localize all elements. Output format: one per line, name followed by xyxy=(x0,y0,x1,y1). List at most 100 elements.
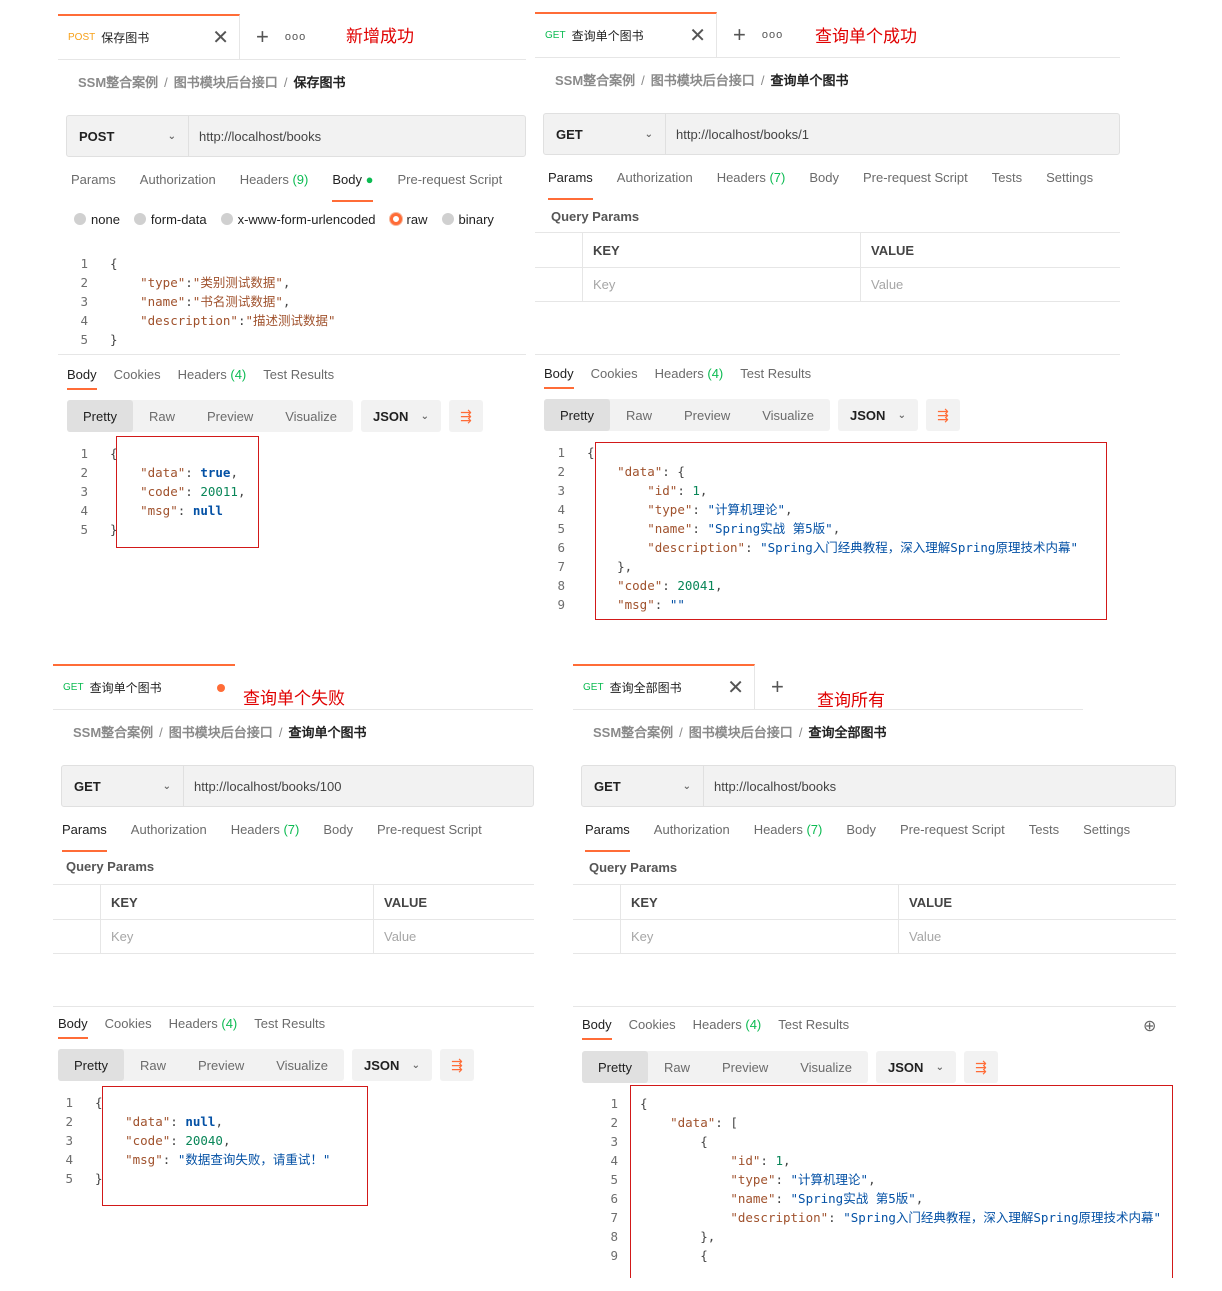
value-input[interactable]: Value xyxy=(373,920,534,953)
tab-body[interactable]: Body xyxy=(323,822,353,846)
format-select[interactable]: JSON ⌄ xyxy=(838,399,919,431)
view-visualize[interactable]: Visualize xyxy=(269,400,353,432)
tab-headers[interactable]: Headers (7) xyxy=(717,170,786,194)
tab-test-results[interactable]: Test Results xyxy=(263,367,334,382)
value-input[interactable]: Value xyxy=(898,920,1176,953)
breadcrumb-item[interactable]: 图书模块后台接口 xyxy=(689,725,793,740)
view-preview[interactable]: Preview xyxy=(668,399,746,431)
view-pretty[interactable]: Pretty xyxy=(58,1049,124,1081)
breadcrumb-item[interactable]: SSM整合案例 xyxy=(73,725,153,740)
view-raw[interactable]: Raw xyxy=(133,400,191,432)
tab-response-body[interactable]: Body xyxy=(582,1017,612,1040)
request-tab[interactable]: POST 保存图书 ✕ xyxy=(58,14,240,60)
tab-cookies[interactable]: Cookies xyxy=(591,366,638,381)
method-select[interactable]: POST ⌄ xyxy=(67,116,189,156)
tab-response-headers[interactable]: Headers (4) xyxy=(693,1017,762,1032)
tab-pre-request-script[interactable]: Pre-request Script xyxy=(397,172,502,196)
breadcrumb-item[interactable]: SSM整合案例 xyxy=(555,73,635,88)
view-preview[interactable]: Preview xyxy=(706,1051,784,1083)
wrap-lines-icon[interactable]: ⇶ xyxy=(964,1051,999,1083)
radio-none[interactable]: none xyxy=(74,212,120,227)
request-tab[interactable]: GET 查询全部图书 ✕ xyxy=(573,664,755,710)
tab-test-results[interactable]: Test Results xyxy=(778,1017,849,1032)
key-input[interactable]: Key xyxy=(620,920,898,953)
tab-response-body[interactable]: Body xyxy=(544,366,574,389)
tab-params[interactable]: Params xyxy=(585,822,630,852)
tab-authorization[interactable]: Authorization xyxy=(617,170,693,194)
radio-form-data[interactable]: form-data xyxy=(133,212,207,227)
tab-cookies[interactable]: Cookies xyxy=(629,1017,676,1032)
close-icon[interactable]: ✕ xyxy=(212,25,229,50)
tab-tests[interactable]: Tests xyxy=(1029,822,1059,846)
key-input[interactable]: Key xyxy=(100,920,373,953)
view-pretty[interactable]: Pretty xyxy=(544,399,610,431)
tab-test-results[interactable]: Test Results xyxy=(740,366,811,381)
tab-response-body[interactable]: Body xyxy=(58,1016,88,1039)
tab-params[interactable]: Params xyxy=(548,170,593,200)
tab-cookies[interactable]: Cookies xyxy=(114,367,161,382)
method-select[interactable]: GET ⌄ xyxy=(544,114,666,154)
view-visualize[interactable]: Visualize xyxy=(746,399,830,431)
view-raw[interactable]: Raw xyxy=(124,1049,182,1081)
breadcrumb-item[interactable]: SSM整合案例 xyxy=(78,75,158,90)
key-input[interactable]: Key xyxy=(582,268,860,301)
view-preview[interactable]: Preview xyxy=(182,1049,260,1081)
tab-cookies[interactable]: Cookies xyxy=(105,1016,152,1031)
tab-pre-request-script[interactable]: Pre-request Script xyxy=(900,822,1005,846)
view-visualize[interactable]: Visualize xyxy=(260,1049,344,1081)
radio-raw[interactable]: raw xyxy=(389,212,428,227)
url-input[interactable]: http://localhost/books xyxy=(189,129,321,144)
more-icon[interactable]: ooo xyxy=(762,29,783,41)
request-body-editor[interactable]: 1{2 "type":"类别测试数据", 3 "name":"书名测试数据", 4 … xyxy=(58,254,335,349)
tab-response-body[interactable]: Body xyxy=(67,367,97,390)
format-select[interactable]: JSON ⌄ xyxy=(361,400,442,432)
method-select[interactable]: GET ⌄ xyxy=(62,766,184,806)
tab-authorization[interactable]: Authorization xyxy=(654,822,730,846)
tab-pre-request-script[interactable]: Pre-request Script xyxy=(377,822,482,846)
format-select[interactable]: JSON ⌄ xyxy=(876,1051,957,1083)
breadcrumb-item[interactable]: 图书模块后台接口 xyxy=(169,725,273,740)
tab-authorization[interactable]: Authorization xyxy=(140,172,216,196)
new-tab-icon[interactable]: + xyxy=(256,24,269,50)
breadcrumb-item[interactable]: SSM整合案例 xyxy=(593,725,673,740)
tab-settings[interactable]: Settings xyxy=(1046,170,1093,194)
url-input[interactable]: http://localhost/books xyxy=(704,779,836,794)
view-pretty[interactable]: Pretty xyxy=(582,1051,648,1083)
view-raw[interactable]: Raw xyxy=(610,399,668,431)
close-icon[interactable]: ✕ xyxy=(689,23,706,48)
close-icon[interactable]: ✕ xyxy=(727,675,744,700)
globe-icon[interactable]: ⊕ xyxy=(1143,1016,1156,1036)
tab-authorization[interactable]: Authorization xyxy=(131,822,207,846)
tab-body[interactable]: Body xyxy=(809,170,839,194)
breadcrumb-item[interactable]: 图书模块后台接口 xyxy=(174,75,278,90)
request-tab[interactable]: GET 查询单个图书 xyxy=(53,664,235,710)
tab-headers[interactable]: Headers (9) xyxy=(240,172,309,196)
tab-body[interactable]: Body xyxy=(846,822,876,846)
wrap-lines-icon[interactable]: ⇶ xyxy=(440,1049,475,1081)
tab-params[interactable]: Params xyxy=(71,172,116,196)
url-input[interactable]: http://localhost/books/1 xyxy=(666,127,809,142)
radio-urlencoded[interactable]: x-www-form-urlencoded xyxy=(220,212,376,227)
tab-tests[interactable]: Tests xyxy=(992,170,1022,194)
breadcrumb-item[interactable]: 图书模块后台接口 xyxy=(651,73,755,88)
method-select[interactable]: GET ⌄ xyxy=(582,766,704,806)
tab-response-headers[interactable]: Headers (4) xyxy=(169,1016,238,1031)
view-preview[interactable]: Preview xyxy=(191,400,269,432)
new-tab-icon[interactable]: + xyxy=(733,22,746,48)
tab-headers[interactable]: Headers (7) xyxy=(231,822,300,846)
view-raw[interactable]: Raw xyxy=(648,1051,706,1083)
tab-response-headers[interactable]: Headers (4) xyxy=(655,366,724,381)
tab-headers[interactable]: Headers (7) xyxy=(754,822,823,846)
new-tab-icon[interactable]: + xyxy=(771,674,784,700)
url-input[interactable]: http://localhost/books/100 xyxy=(184,779,341,794)
format-select[interactable]: JSON ⌄ xyxy=(352,1049,433,1081)
tab-params[interactable]: Params xyxy=(62,822,107,852)
radio-binary[interactable]: binary xyxy=(441,212,494,227)
tab-settings[interactable]: Settings xyxy=(1083,822,1130,846)
wrap-lines-icon[interactable]: ⇶ xyxy=(449,400,484,432)
tab-pre-request-script[interactable]: Pre-request Script xyxy=(863,170,968,194)
more-icon[interactable]: ooo xyxy=(285,31,306,43)
request-tab[interactable]: GET 查询单个图书 ✕ xyxy=(535,12,717,58)
wrap-lines-icon[interactable]: ⇶ xyxy=(926,399,961,431)
value-input[interactable]: Value xyxy=(860,268,1120,301)
